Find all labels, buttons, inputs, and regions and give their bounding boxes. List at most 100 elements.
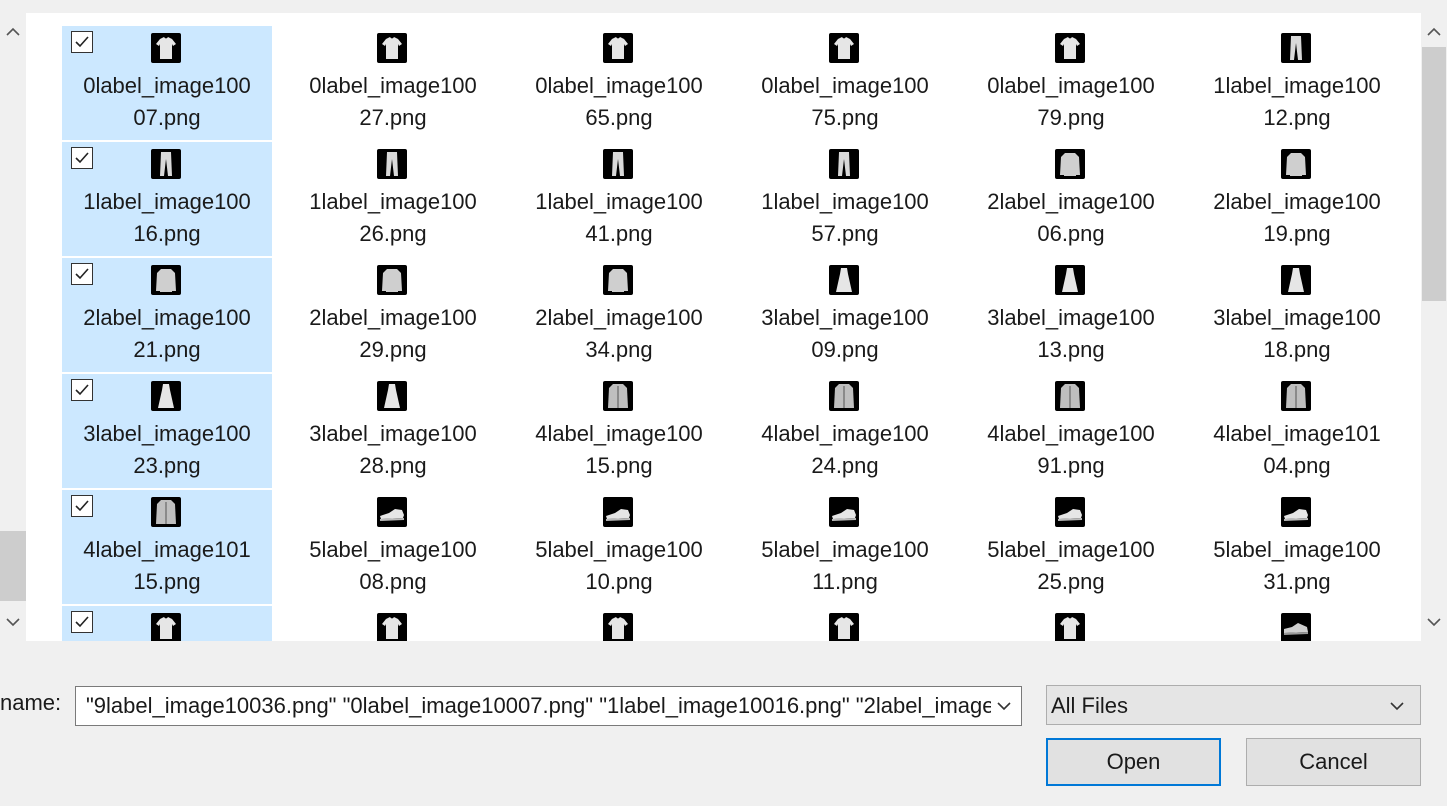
cancel-button[interactable]: Cancel bbox=[1246, 738, 1421, 786]
file-item[interactable]: 4label_image100 91.png bbox=[966, 374, 1176, 488]
file-item[interactable]: 4label_image100 24.png bbox=[740, 374, 950, 488]
file-item[interactable]: 2label_image100 21.png bbox=[62, 258, 272, 372]
file-item[interactable]: 3label_image100 09.png bbox=[740, 258, 950, 372]
file-item[interactable]: 5label_image100 08.png bbox=[288, 490, 498, 604]
file-name-line-1: 5label_image100 bbox=[535, 537, 703, 562]
shirt-thumbnail bbox=[151, 613, 181, 641]
scroll-up-arrow-icon[interactable] bbox=[2, 21, 24, 43]
file-item[interactable] bbox=[740, 606, 950, 641]
coat-thumbnail bbox=[1055, 381, 1085, 411]
coat-thumbnail bbox=[1281, 381, 1311, 411]
file-item[interactable]: 5label_image100 31.png bbox=[1192, 490, 1402, 604]
trousers-thumbnail bbox=[151, 149, 181, 179]
file-name-line-2: 27.png bbox=[359, 105, 427, 130]
file-item[interactable]: 1label_image100 12.png bbox=[1192, 26, 1402, 140]
file-item[interactable]: 0label_image100 79.png bbox=[966, 26, 1176, 140]
file-item[interactable]: 0label_image100 07.png bbox=[62, 26, 272, 140]
selection-checkbox[interactable] bbox=[71, 263, 93, 285]
selection-checkbox[interactable] bbox=[71, 31, 93, 53]
file-name-line-1: 0label_image100 bbox=[309, 73, 477, 98]
file-name-input[interactable]: "9label_image10036.png" "0label_image100… bbox=[86, 691, 991, 721]
file-name-text: 4label_image101 04.png bbox=[1192, 418, 1402, 482]
trousers-thumbnail bbox=[829, 149, 859, 179]
file-item[interactable]: 0label_image100 75.png bbox=[740, 26, 950, 140]
file-item[interactable] bbox=[514, 606, 724, 641]
file-item[interactable]: 1label_image100 26.png bbox=[288, 142, 498, 256]
file-item[interactable] bbox=[288, 606, 498, 641]
file-item[interactable]: 0label_image100 65.png bbox=[514, 26, 724, 140]
file-item[interactable] bbox=[1192, 606, 1402, 641]
file-list-view[interactable]: 0label_image100 07.png 0label_image100 27.p… bbox=[26, 13, 1421, 641]
pullover-thumbnail bbox=[603, 265, 633, 295]
checkmark-icon bbox=[75, 268, 89, 280]
selection-checkbox[interactable] bbox=[71, 379, 93, 401]
file-name-line-2: 07.png bbox=[133, 105, 201, 130]
file-item[interactable]: 5label_image100 10.png bbox=[514, 490, 724, 604]
chevron-down-icon[interactable] bbox=[1386, 695, 1408, 717]
file-name-line-2: 25.png bbox=[1037, 569, 1105, 594]
dress-thumbnail bbox=[1055, 265, 1085, 295]
dress-thumbnail bbox=[829, 265, 859, 295]
file-item[interactable]: 4label_image101 15.png bbox=[62, 490, 272, 604]
dialog-top-edge bbox=[0, 0, 1447, 13]
scrollbar-thumb[interactable] bbox=[1422, 47, 1446, 301]
file-name-combobox[interactable]: "9label_image10036.png" "0label_image100… bbox=[75, 686, 1022, 726]
file-name-text: 4label_image101 15.png bbox=[62, 534, 272, 598]
scroll-down-arrow-icon[interactable] bbox=[1423, 611, 1445, 633]
file-item[interactable]: 1label_image100 16.png bbox=[62, 142, 272, 256]
scroll-down-arrow-icon[interactable] bbox=[2, 611, 24, 633]
file-name-line-1: 1label_image100 bbox=[535, 189, 703, 214]
file-item[interactable]: 3label_image100 23.png bbox=[62, 374, 272, 488]
open-button[interactable]: Open bbox=[1046, 738, 1221, 786]
file-name-line-1: 3label_image100 bbox=[987, 305, 1155, 330]
file-name-text: 3label_image100 28.png bbox=[288, 418, 498, 482]
file-name-line-2: 41.png bbox=[585, 221, 653, 246]
file-name-text: 3label_image100 23.png bbox=[62, 418, 272, 482]
selection-checkbox[interactable] bbox=[71, 611, 93, 633]
file-name-text: 5label_image100 25.png bbox=[966, 534, 1176, 598]
file-item[interactable]: 4label_image101 04.png bbox=[1192, 374, 1402, 488]
pullover-thumbnail bbox=[1281, 149, 1311, 179]
file-type-filter-select[interactable]: All Files bbox=[1046, 685, 1421, 725]
file-name-line-2: 57.png bbox=[811, 221, 879, 246]
file-item[interactable]: 3label_image100 18.png bbox=[1192, 258, 1402, 372]
file-item[interactable]: 2label_image100 29.png bbox=[288, 258, 498, 372]
file-name-text: 5label_image100 08.png bbox=[288, 534, 498, 598]
file-item[interactable]: 5label_image100 11.png bbox=[740, 490, 950, 604]
file-name-line-1: 3label_image100 bbox=[1213, 305, 1381, 330]
navigation-pane-scrollbar[interactable] bbox=[0, 13, 26, 641]
scrollbar-thumb[interactable] bbox=[0, 531, 26, 601]
file-name-line-2: 28.png bbox=[359, 453, 427, 478]
sandal-thumbnail bbox=[1281, 497, 1311, 527]
file-list-scrollbar[interactable] bbox=[1421, 13, 1447, 641]
file-item[interactable]: 3label_image100 28.png bbox=[288, 374, 498, 488]
file-name-text: 4label_image100 15.png bbox=[514, 418, 724, 482]
selection-checkbox[interactable] bbox=[71, 147, 93, 169]
file-item[interactable]: 2label_image100 19.png bbox=[1192, 142, 1402, 256]
file-item[interactable]: 4label_image100 15.png bbox=[514, 374, 724, 488]
file-name-text: 2label_image100 19.png bbox=[1192, 186, 1402, 250]
chevron-down-icon[interactable] bbox=[993, 695, 1015, 717]
file-item[interactable] bbox=[62, 606, 272, 641]
file-name-line-1: 2label_image100 bbox=[83, 305, 251, 330]
file-item[interactable]: 1label_image100 41.png bbox=[514, 142, 724, 256]
dress-thumbnail bbox=[1281, 265, 1311, 295]
coat-thumbnail bbox=[151, 497, 181, 527]
file-item[interactable]: 0label_image100 27.png bbox=[288, 26, 498, 140]
file-name-line-1: 3label_image100 bbox=[761, 305, 929, 330]
file-name-line-1: 4label_image101 bbox=[83, 537, 251, 562]
file-name-line-1: 5label_image100 bbox=[987, 537, 1155, 562]
scroll-up-arrow-icon[interactable] bbox=[1423, 21, 1445, 43]
file-name-line-1: 2label_image100 bbox=[535, 305, 703, 330]
coat-thumbnail bbox=[829, 381, 859, 411]
file-item[interactable]: 2label_image100 06.png bbox=[966, 142, 1176, 256]
selection-checkbox[interactable] bbox=[71, 495, 93, 517]
file-type-filter-value: All Files bbox=[1051, 693, 1129, 718]
file-item[interactable]: 3label_image100 13.png bbox=[966, 258, 1176, 372]
file-item[interactable]: 2label_image100 34.png bbox=[514, 258, 724, 372]
file-item[interactable]: 5label_image100 25.png bbox=[966, 490, 1176, 604]
file-item[interactable]: 1label_image100 57.png bbox=[740, 142, 950, 256]
sandal-thumbnail bbox=[603, 497, 633, 527]
file-item[interactable] bbox=[966, 606, 1176, 641]
file-name-line-2: 29.png bbox=[359, 337, 427, 362]
